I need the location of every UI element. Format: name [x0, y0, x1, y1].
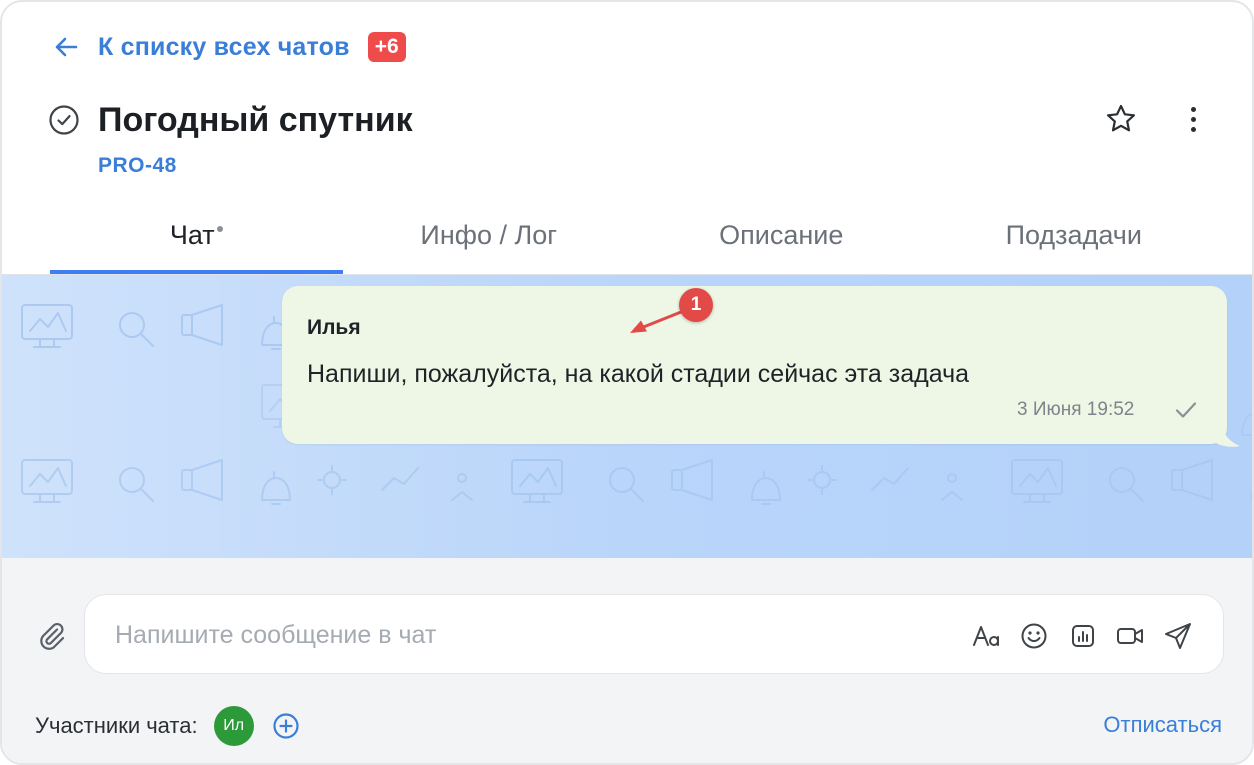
- tab-info-log-label: Инфо / Лог: [420, 220, 558, 250]
- unsubscribe-link[interactable]: Отписаться: [1103, 712, 1222, 738]
- tab-subtasks[interactable]: Подзадачи: [928, 208, 1221, 276]
- bubble-tail: [1212, 426, 1240, 447]
- message-time: 3 Июня 19:52: [1017, 399, 1135, 420]
- check-circle-icon[interactable]: [48, 104, 80, 136]
- more-options-icon[interactable]: [1178, 102, 1208, 136]
- task-id[interactable]: PRO-48: [98, 154, 177, 178]
- message-text: Напиши, пожалуйста, на какой стадии сейч…: [307, 360, 969, 388]
- participants-label: Участники чата:: [35, 713, 198, 738]
- message-author[interactable]: Илья: [307, 316, 361, 340]
- title-row: Погодный спутник: [48, 98, 413, 142]
- emoji-icon[interactable]: [1019, 621, 1049, 651]
- back-to-chats-link[interactable]: К списку всех чатов +6: [52, 30, 406, 64]
- new-activity-dot: [216, 226, 223, 232]
- send-icon[interactable]: [1163, 621, 1193, 651]
- tab-chat-label: Чат: [169, 220, 215, 250]
- tab-description[interactable]: Описание: [635, 208, 928, 276]
- annotation-arrow-icon: [630, 304, 698, 333]
- tab-info-log[interactable]: Инфо / Лог: [343, 208, 636, 276]
- tab-bar: Чат Инфо / Лог Описание Подзадачи: [50, 208, 1220, 276]
- star-icon[interactable]: [1104, 102, 1138, 136]
- unread-badge: +6: [367, 32, 406, 62]
- arrow-left-icon: [55, 37, 78, 57]
- text-format-icon[interactable]: [971, 621, 1001, 651]
- poll-icon[interactable]: [1068, 621, 1098, 651]
- chat-panel: К списку всех чатов +6 Погодный спутник …: [0, 0, 1254, 765]
- add-participant-icon[interactable]: [272, 712, 300, 740]
- avatar[interactable]: Ил: [213, 706, 254, 746]
- video-icon[interactable]: [1115, 621, 1145, 651]
- page-title: Погодный спутник: [98, 100, 413, 139]
- annotation-number-badge: 1: [679, 288, 713, 322]
- tab-subtasks-label: Подзадачи: [1005, 220, 1142, 250]
- check-icon: [1175, 402, 1197, 418]
- message-bubble[interactable]: Илья Напиши, пожалуйста, на какой стадии…: [282, 286, 1227, 444]
- participants-row: Участники чата: Ил: [35, 704, 300, 748]
- message-input-container: [84, 594, 1224, 674]
- back-link-label[interactable]: К списку всех чатов: [98, 33, 350, 62]
- tab-description-label: Описание: [719, 220, 844, 250]
- tab-chat[interactable]: Чат: [50, 208, 343, 276]
- message-input[interactable]: [115, 615, 935, 655]
- paperclip-icon[interactable]: [36, 620, 66, 650]
